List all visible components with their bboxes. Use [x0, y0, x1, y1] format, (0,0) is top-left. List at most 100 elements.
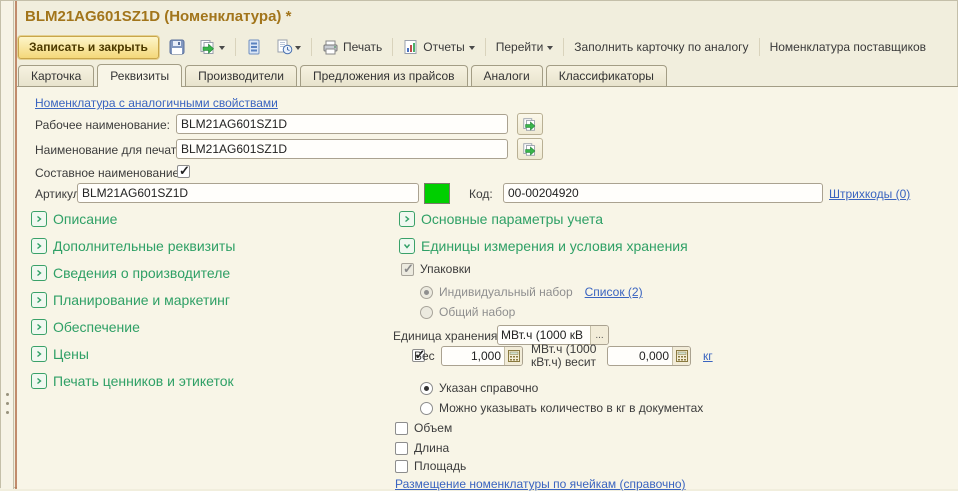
working-name-input[interactable] — [176, 114, 508, 134]
left-splitter[interactable] — [1, 1, 14, 489]
chevron-right-icon[interactable] — [31, 211, 47, 227]
print-name-input[interactable] — [176, 139, 508, 159]
weight-kg-field — [607, 346, 691, 366]
packages-list-link[interactable]: Список (2) — [585, 285, 643, 299]
calculator-button[interactable] — [504, 347, 522, 365]
section-tseny[interactable]: Цены — [31, 346, 89, 362]
packages-checkbox[interactable] — [401, 263, 414, 276]
color-swatch[interactable] — [424, 183, 450, 204]
weight-kg-input[interactable] — [608, 347, 672, 365]
splitter-grip-dot — [6, 411, 9, 414]
section-main-params[interactable]: Основные параметры учета — [399, 211, 603, 227]
tab-klassifikatory[interactable]: Классификаторы — [546, 65, 667, 86]
section-label[interactable]: Цены — [53, 346, 89, 362]
article-label: Артикул: — [35, 187, 83, 201]
list-icon — [247, 39, 261, 55]
section-label[interactable]: Печать ценников и этикеток — [53, 373, 234, 389]
toolbar-separator — [485, 38, 486, 56]
individual-set-radio[interactable] — [420, 286, 433, 299]
section-obespechenie[interactable]: Обеспечение — [31, 319, 140, 335]
cells-placement-link[interactable]: Размещение номенклатуры по ячейкам (спра… — [395, 477, 686, 491]
analog-properties-link[interactable]: Номенклатура с аналогичными свойствами — [35, 96, 278, 110]
post-document-menu-button[interactable] — [195, 36, 229, 58]
weight-in-docs-row: Можно указывать количество в кг в докуме… — [420, 401, 703, 415]
length-checkbox[interactable] — [395, 442, 408, 455]
section-label[interactable]: Обеспечение — [53, 319, 140, 335]
section-proizvoditel[interactable]: Сведения о производителе — [31, 265, 230, 281]
volume-checkbox[interactable] — [395, 422, 408, 435]
tab-content-rekvizity: Номенклатура с аналогичными свойствами Р… — [17, 86, 958, 489]
toolbar: Записать и закрыть Печать Отчеты П — [18, 34, 953, 60]
chevron-right-icon[interactable] — [31, 265, 47, 281]
chevron-right-icon[interactable] — [399, 211, 415, 227]
common-set-label: Общий набор — [439, 305, 515, 319]
chevron-right-icon[interactable] — [31, 292, 47, 308]
tab-rekvizity[interactable]: Реквизиты — [97, 64, 182, 87]
supplier-nomenclature-button[interactable]: Номенклатура поставщиков — [766, 36, 930, 58]
chevron-down-icon[interactable] — [399, 238, 415, 254]
splitter-grip-dot — [6, 402, 9, 405]
tab-analogi[interactable]: Аналоги — [471, 65, 543, 86]
tab-kartochka[interactable]: Карточка — [18, 65, 94, 86]
goto-menu-button[interactable]: Перейти — [492, 36, 558, 58]
calculator-icon — [508, 350, 520, 362]
individual-set-label: Индивидуальный набор — [439, 285, 573, 299]
print-label: Печать — [343, 40, 382, 54]
tab-proizvoditeli[interactable]: Производители — [185, 65, 297, 86]
length-label: Длина — [414, 441, 449, 455]
weight-in-docs-radio[interactable] — [420, 402, 433, 415]
section-opisanie[interactable]: Описание — [31, 211, 117, 227]
chevron-right-icon[interactable] — [31, 373, 47, 389]
section-pechat-tsennikov[interactable]: Печать ценников и этикеток — [31, 373, 234, 389]
weight-label: Вес — [414, 349, 435, 363]
working-name-label: Рабочее наименование: — [35, 118, 170, 132]
weight-reference-radio[interactable] — [420, 382, 433, 395]
tab-predlozheniya[interactable]: Предложения из прайсов — [300, 65, 468, 86]
section-label[interactable]: Планирование и маркетинг — [53, 292, 230, 308]
list-button[interactable] — [242, 36, 266, 58]
weight-in-docs-label: Можно указывать количество в кг в докуме… — [439, 401, 703, 415]
section-label[interactable]: Дополнительные реквизиты — [53, 238, 235, 254]
barcodes-link[interactable]: Штрихкоды (0) — [829, 187, 910, 201]
report-chart-icon — [403, 39, 419, 55]
history-menu-button[interactable] — [272, 36, 305, 58]
nomenclature-form-window: BLM21AG601SZ1D (Номенклатура) * Записать… — [0, 0, 958, 488]
chevron-right-icon[interactable] — [31, 319, 47, 335]
section-dop-rekvizity[interactable]: Дополнительные реквизиты — [31, 238, 235, 254]
compound-name-checkbox[interactable] — [177, 165, 190, 178]
section-planirovanie[interactable]: Планирование и маркетинг — [31, 292, 230, 308]
fill-by-analog-button[interactable]: Заполнить карточку по аналогу — [570, 36, 752, 58]
common-set-radio[interactable] — [420, 306, 433, 319]
save-button[interactable] — [165, 36, 189, 58]
reports-menu-button[interactable]: Отчеты — [399, 36, 478, 58]
section-label[interactable]: Основные параметры учета — [421, 211, 603, 227]
chevron-right-icon[interactable] — [31, 238, 47, 254]
section-units-storage[interactable]: Единицы измерения и условия хранения — [399, 238, 688, 254]
weight-reference-label: Указан справочно — [439, 381, 538, 395]
splitter-grip-dot — [6, 393, 9, 396]
length-row: Длина — [395, 441, 449, 455]
caret-down-icon — [547, 46, 553, 53]
copy-green-arrow-icon — [522, 117, 538, 132]
storage-unit-label: Единица хранения: — [393, 329, 501, 343]
print-button[interactable]: Печать — [318, 36, 386, 58]
toolbar-separator — [235, 38, 236, 56]
code-input[interactable] — [503, 183, 823, 203]
article-input[interactable] — [77, 183, 419, 203]
section-label[interactable]: Описание — [53, 211, 117, 227]
printer-icon — [322, 40, 339, 55]
print-name-label: Наименование для печати: — [35, 143, 186, 157]
print-name-history-button[interactable] — [517, 138, 543, 160]
section-label[interactable]: Сведения о производителе — [53, 265, 230, 281]
individual-set-row: Индивидуальный набор Список (2) — [420, 285, 643, 299]
kg-link[interactable]: кг — [703, 349, 713, 363]
chevron-right-icon[interactable] — [31, 346, 47, 362]
section-label[interactable]: Единицы измерения и условия хранения — [421, 238, 688, 254]
area-checkbox[interactable] — [395, 460, 408, 473]
save-and-close-button[interactable]: Записать и закрыть — [18, 36, 159, 59]
reports-label: Отчеты — [423, 40, 464, 54]
page-title: BLM21AG601SZ1D (Номенклатура) * — [25, 8, 291, 25]
calculator-button[interactable] — [672, 347, 690, 365]
weight-value-input[interactable] — [442, 347, 504, 365]
working-name-history-button[interactable] — [517, 113, 543, 135]
